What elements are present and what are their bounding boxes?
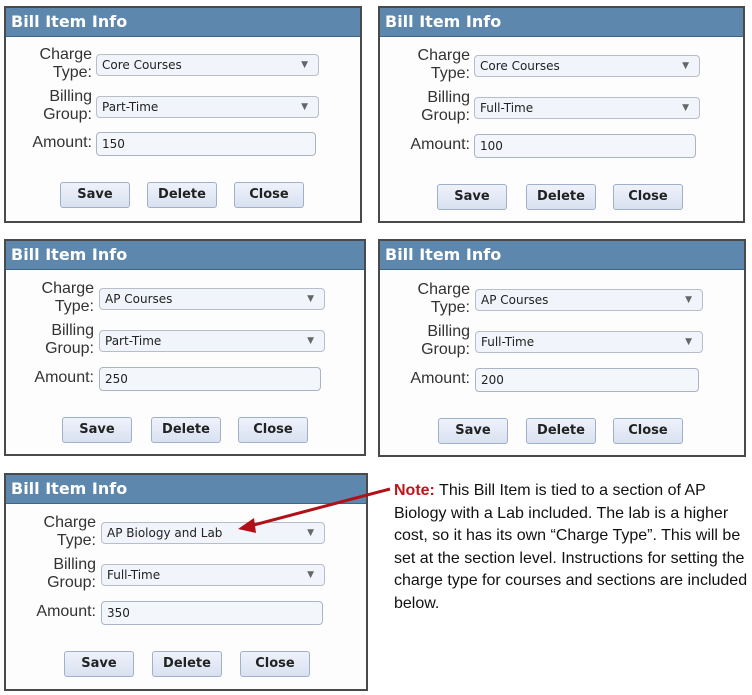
charge-type-select[interactable]: Core Courses ▼ [474, 55, 700, 77]
panel-title: Bill Item Info [6, 241, 364, 270]
charge-type-select[interactable]: AP Biology and Lab ▼ [101, 522, 325, 544]
billing-group-select-value: Full-Time [481, 335, 535, 349]
close-button[interactable]: Close [613, 418, 683, 444]
close-button[interactable]: Close [613, 184, 683, 210]
charge-type-select[interactable]: Core Courses ▼ [96, 54, 319, 76]
billing-group-label: Billing Group: [421, 323, 470, 358]
billing-group-select-value: Part-Time [105, 334, 162, 348]
charge-type-select-value: Core Courses [102, 58, 182, 72]
chevron-down-icon[interactable]: ▼ [301, 97, 308, 117]
note-body: This Bill Item is tied to a section of A… [394, 482, 748, 612]
charge-type-select-value: AP Courses [481, 293, 549, 307]
panel-title: Bill Item Info [6, 475, 366, 504]
note-text: Note: This Bill Item is tied to a sectio… [394, 480, 749, 615]
save-button[interactable]: Save [64, 651, 134, 677]
delete-button[interactable]: Delete [151, 417, 221, 443]
delete-button[interactable]: Delete [526, 418, 596, 444]
bill-item-info-panel: Bill Item Info Charge Type: AP Courses ▼ Bil… [378, 239, 746, 457]
close-button[interactable]: Close [234, 182, 304, 208]
delete-button[interactable]: Delete [152, 651, 222, 677]
amount-label: Amount: [410, 370, 470, 387]
bill-item-info-panel: Bill Item Info Charge Type: Core Courses ▼ B… [4, 6, 362, 223]
amount-input[interactable]: 200 [475, 368, 699, 392]
amount-label: Amount: [410, 136, 470, 153]
amount-input[interactable]: 150 [96, 132, 316, 156]
panel-title: Bill Item Info [6, 8, 360, 37]
charge-type-label: Charge Type: [39, 46, 92, 81]
delete-button[interactable]: Delete [526, 184, 596, 210]
bill-item-info-panel: Bill Item Info Charge Type: AP Courses ▼ Bil… [4, 239, 366, 456]
billing-group-select[interactable]: Full-Time ▼ [474, 97, 700, 119]
billing-group-select-value: Part-Time [102, 100, 159, 114]
close-button[interactable]: Close [238, 417, 308, 443]
charge-type-label: Charge Type: [41, 280, 94, 315]
billing-group-select-value: Full-Time [480, 101, 534, 115]
charge-type-select-value: Core Courses [480, 59, 560, 73]
panel-title: Bill Item Info [380, 241, 744, 270]
chevron-down-icon[interactable]: ▼ [682, 56, 689, 76]
charge-type-select-value: AP Courses [105, 292, 173, 306]
close-button[interactable]: Close [240, 651, 310, 677]
chevron-down-icon[interactable]: ▼ [307, 565, 314, 585]
amount-label: Amount: [34, 369, 94, 386]
billing-group-select-value: Full-Time [107, 568, 161, 582]
billing-group-select[interactable]: Full-Time ▼ [475, 331, 703, 353]
note-label: Note: [394, 482, 435, 499]
billing-group-select[interactable]: Full-Time ▼ [101, 564, 325, 586]
billing-group-label: Billing Group: [45, 322, 94, 357]
charge-type-label: Charge Type: [417, 281, 470, 316]
chevron-down-icon[interactable]: ▼ [685, 332, 692, 352]
billing-group-label: Billing Group: [421, 89, 470, 124]
chevron-down-icon[interactable]: ▼ [307, 289, 314, 309]
billing-group-label: Billing Group: [43, 88, 92, 123]
save-button[interactable]: Save [62, 417, 132, 443]
save-button[interactable]: Save [60, 182, 130, 208]
charge-type-label: Charge Type: [43, 514, 96, 549]
chevron-down-icon[interactable]: ▼ [682, 98, 689, 118]
chevron-down-icon[interactable]: ▼ [301, 55, 308, 75]
billing-group-label: Billing Group: [47, 556, 96, 591]
amount-input[interactable]: 100 [474, 134, 696, 158]
bill-item-info-panel: Bill Item Info Charge Type: AP Biology and… [4, 473, 368, 691]
panel-title: Bill Item Info [380, 8, 743, 37]
charge-type-label: Charge Type: [417, 47, 470, 82]
amount-input[interactable]: 250 [99, 367, 321, 391]
delete-button[interactable]: Delete [147, 182, 217, 208]
save-button[interactable]: Save [437, 184, 507, 210]
chevron-down-icon[interactable]: ▼ [685, 290, 692, 310]
amount-input[interactable]: 350 [101, 601, 323, 625]
charge-type-select[interactable]: AP Courses ▼ [475, 289, 703, 311]
charge-type-select-value: AP Biology and Lab [107, 526, 223, 540]
chevron-down-icon[interactable]: ▼ [307, 523, 314, 543]
billing-group-select[interactable]: Part-Time ▼ [96, 96, 319, 118]
bill-item-info-panel: Bill Item Info Charge Type: Core Courses ▼ B… [378, 6, 745, 223]
chevron-down-icon[interactable]: ▼ [307, 331, 314, 351]
amount-label: Amount: [32, 134, 92, 151]
charge-type-select[interactable]: AP Courses ▼ [99, 288, 325, 310]
amount-label: Amount: [36, 603, 96, 620]
save-button[interactable]: Save [438, 418, 508, 444]
billing-group-select[interactable]: Part-Time ▼ [99, 330, 325, 352]
